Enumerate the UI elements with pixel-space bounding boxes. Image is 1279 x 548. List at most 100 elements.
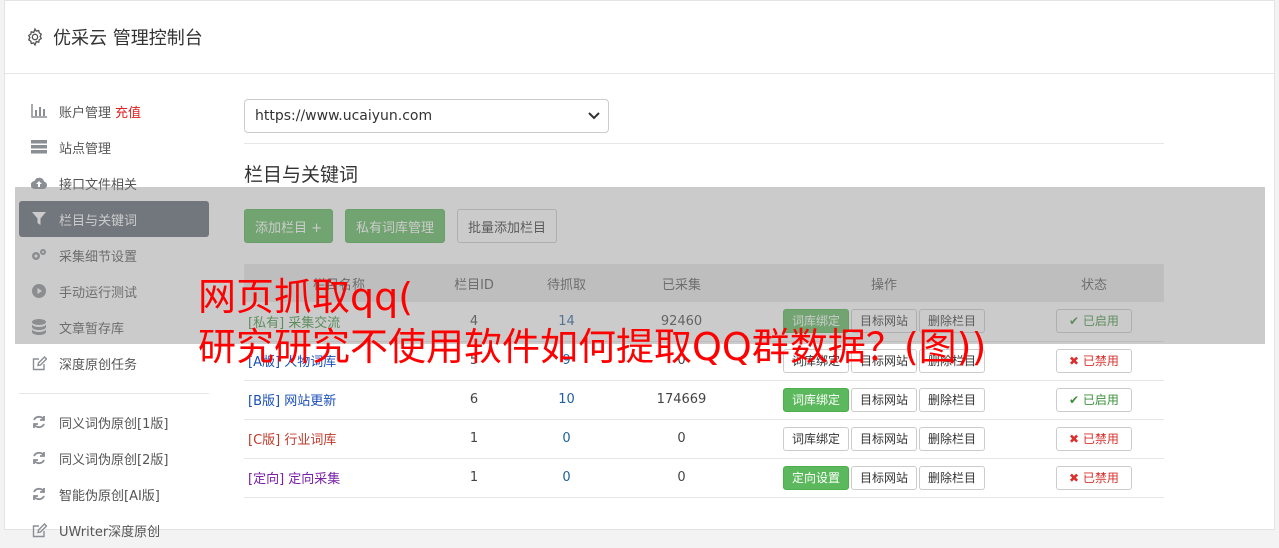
sidebar-item-sites[interactable]: 站点管理 <box>19 129 209 165</box>
status-toggle[interactable]: ✖ 已禁用 <box>1056 348 1132 373</box>
batch-add-button[interactable]: 批量添加栏目 <box>457 209 558 243</box>
target-site-button[interactable]: 目标网站 <box>850 387 917 412</box>
sidebar-item-account[interactable]: 账户管理 充值 <box>19 93 209 129</box>
status-label: 已启用 <box>1082 392 1119 407</box>
target-site-button[interactable]: 目标网站 <box>850 426 917 451</box>
sidebar-item-manual-run[interactable]: 手动运行测试 <box>19 273 209 309</box>
cell-collected: 0 <box>619 458 744 498</box>
sidebar-item-label: 采集细节设置 <box>59 249 138 265</box>
bar-chart-icon <box>31 103 47 119</box>
sidebar-item-uwriter[interactable]: UWriter深度原创 <box>19 512 209 548</box>
sidebar-item-synonym-v2[interactable]: 同义词伪原创[2版] <box>19 440 209 476</box>
table-row: [B版] 网站更新 6 10 174669 词库绑定 目标网站 删除栏目 ✔ 已启用 <box>244 380 1164 420</box>
close-icon: ✖ <box>1069 353 1083 368</box>
refresh-icon <box>31 450 47 466</box>
col-header-status: 状态 <box>1080 277 1107 293</box>
sidebar-item-ai-original[interactable]: 智能伪原创[AI版] <box>19 476 209 512</box>
sidebar-item-collect-settings[interactable]: 采集细节设置 <box>19 237 209 273</box>
sidebar-item-deep-original[interactable]: 深度原创任务 <box>19 345 209 381</box>
cell-status: ✖ 已禁用 <box>1024 341 1164 381</box>
cell-collected: 174669 <box>619 380 744 420</box>
site-select[interactable]: https://www.ucaiyun.com <box>244 99 609 133</box>
sidebar-item-label: 站点管理 <box>59 141 112 157</box>
recharge-link[interactable]: 充值 <box>115 102 141 121</box>
cell-actions: 词库绑定 目标网站 删除栏目 <box>744 419 1024 459</box>
page-title: 优采云 管理控制台 <box>53 28 203 49</box>
sidebar-item-synonym-v1[interactable]: 同义词伪原创[1版] <box>19 404 209 440</box>
overlay-line-2: 研究研究不使用软件如何提取QQ群数据？(图)) <box>198 325 987 369</box>
cell-collected: 0 <box>619 419 744 459</box>
add-column-button[interactable]: 添加栏目 + <box>244 209 334 243</box>
dict-bind-button[interactable]: 词库绑定 <box>782 387 849 412</box>
header: 优采云 管理控制台 <box>5 1 1274 74</box>
dict-bind-button[interactable]: 定向设置 <box>782 465 849 490</box>
cell-name[interactable]: [B版] 网站更新 <box>244 380 434 420</box>
table-row: [定向] 定向采集 1 0 0 定向设置 目标网站 删除栏目 ✖ 已禁用 <box>244 458 1164 498</box>
delete-column-button[interactable]: 删除栏目 <box>919 387 986 412</box>
chevron-down-icon <box>588 112 600 120</box>
cell-pending[interactable]: 0 <box>514 419 619 459</box>
sidebar-item-columns[interactable]: 栏目与关键词 <box>19 201 209 237</box>
cell-id: 6 <box>434 380 514 420</box>
table-row: [C版] 行业词库 1 0 0 词库绑定 目标网站 删除栏目 ✖ 已禁用 <box>244 419 1164 459</box>
column-tag: [B版] <box>248 394 281 409</box>
status-toggle[interactable]: ✖ 已禁用 <box>1056 465 1132 490</box>
close-icon: ✖ <box>1069 470 1083 485</box>
status-label: 已禁用 <box>1082 353 1119 368</box>
delete-column-button[interactable]: 删除栏目 <box>919 426 986 451</box>
dict-bind-button[interactable]: 词库绑定 <box>782 426 849 451</box>
toolbar: 添加栏目 + 私有词库管理 批量添加栏目 <box>244 209 1164 243</box>
cell-status: ✔ 已启用 <box>1024 302 1164 342</box>
cell-actions: 词库绑定 目标网站 删除栏目 <box>744 380 1024 420</box>
sidebar-divider <box>19 393 209 394</box>
column-name: 行业词库 <box>284 433 337 448</box>
column-name: 网站更新 <box>284 394 337 409</box>
sidebar-item-label: 同义词伪原创[1版] <box>59 416 169 432</box>
close-icon: ✖ <box>1069 431 1083 446</box>
cell-actions: 定向设置 目标网站 删除栏目 <box>744 458 1024 498</box>
status-label: 已启用 <box>1082 314 1119 329</box>
refresh-icon <box>31 486 47 502</box>
sidebar-item-label: 手动运行测试 <box>59 285 138 301</box>
private-dict-button[interactable]: 私有词库管理 <box>345 209 446 243</box>
gear-icon <box>27 27 43 47</box>
column-name: 定向采集 <box>288 472 341 487</box>
site-select-value: https://www.ucaiyun.com <box>255 108 433 124</box>
sidebar-item-label: 栏目与关键词 <box>59 213 138 229</box>
cell-status: ✔ 已启用 <box>1024 380 1164 420</box>
sidebar-item-label: 账户管理 <box>59 105 112 121</box>
target-site-button[interactable]: 目标网站 <box>850 465 917 490</box>
column-tag: [定向] <box>248 472 285 487</box>
edit-icon <box>31 522 47 538</box>
status-toggle[interactable]: ✔ 已启用 <box>1056 387 1132 412</box>
cell-status: ✖ 已禁用 <box>1024 419 1164 459</box>
cell-id: 1 <box>434 458 514 498</box>
status-toggle[interactable]: ✔ 已启用 <box>1056 309 1132 334</box>
overlay-caption: 网页抓取qq( 研究研究不使用软件如何提取QQ群数据？(图)) <box>198 272 986 372</box>
database-icon <box>31 319 47 335</box>
cogs-icon <box>31 247 47 263</box>
cell-pending[interactable]: 0 <box>514 458 619 498</box>
sidebar-item-label: 接口文件相关 <box>59 177 138 193</box>
sidebar-item-article-store[interactable]: 文章暂存库 <box>19 309 209 345</box>
sidebar-item-label: 智能伪原创[AI版] <box>59 488 160 504</box>
cell-pending[interactable]: 10 <box>514 380 619 420</box>
sidebar-item-interface[interactable]: 接口文件相关 <box>19 165 209 201</box>
check-icon: ✔ <box>1069 314 1083 329</box>
delete-column-button[interactable]: 删除栏目 <box>919 465 986 490</box>
cell-id: 1 <box>434 419 514 459</box>
check-icon: ✔ <box>1069 392 1083 407</box>
server-icon <box>31 139 47 155</box>
column-tag: [C版] <box>248 433 281 448</box>
overlay-line-1: 网页抓取qq( <box>198 275 414 319</box>
cell-status: ✖ 已禁用 <box>1024 458 1164 498</box>
section-title: 栏目与关键词 <box>244 164 359 186</box>
status-toggle[interactable]: ✖ 已禁用 <box>1056 426 1132 451</box>
cell-name[interactable]: [定向] 定向采集 <box>244 458 434 498</box>
cloud-upload-icon <box>31 175 47 191</box>
edit-icon <box>31 355 47 371</box>
refresh-icon <box>31 414 47 430</box>
status-label: 已禁用 <box>1082 470 1119 485</box>
cell-name[interactable]: [C版] 行业词库 <box>244 419 434 459</box>
sidebar: 账户管理 充值 站点管理 接口文件相关 栏目与关键词 采集细节设置 手动运行测试… <box>19 93 209 548</box>
